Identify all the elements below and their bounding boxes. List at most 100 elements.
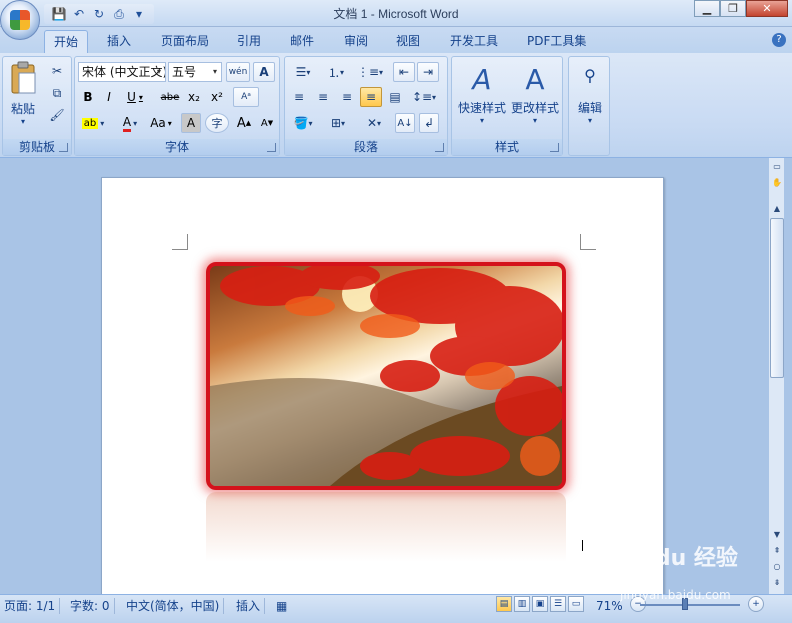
- word-count[interactable]: 字数: 0: [66, 598, 115, 614]
- chevron-down-icon[interactable]: ▾: [133, 119, 137, 128]
- scroll-thumb[interactable]: [770, 218, 784, 378]
- font-size-combo[interactable]: 五号 ▾: [168, 62, 222, 82]
- superscript-button[interactable]: x²: [207, 87, 227, 107]
- char-shading-button[interactable]: A: [181, 113, 201, 133]
- save-icon[interactable]: 💾: [50, 5, 68, 23]
- chevron-down-icon[interactable]: ▾: [377, 119, 381, 128]
- tab-developer[interactable]: 开发工具: [441, 30, 507, 53]
- zoom-slider[interactable]: [640, 604, 740, 606]
- char-border-button[interactable]: A: [253, 62, 275, 82]
- chevron-down-icon[interactable]: ▾: [432, 93, 436, 102]
- previous-page-icon[interactable]: ⇞: [770, 544, 784, 558]
- phonetic-guide-button[interactable]: wén: [226, 62, 250, 82]
- ruler-toggle-icon[interactable]: ▭: [770, 160, 784, 174]
- underline-button[interactable]: U ▾: [121, 87, 149, 107]
- shading-button[interactable]: 🪣 ▾: [288, 113, 318, 133]
- justify-button[interactable]: ≡: [360, 87, 382, 107]
- vertical-scrollbar[interactable]: ▭ ✋ ▲ ▼ ⇞ ○ ⇟: [768, 158, 784, 594]
- chevron-down-icon[interactable]: ▾: [571, 116, 609, 125]
- show-marks-button[interactable]: ↲: [419, 113, 439, 133]
- font-name-combo[interactable]: 宋体 (中文正文) ▾: [78, 62, 166, 82]
- sort-button[interactable]: A↓: [395, 113, 415, 133]
- line-spacing-button[interactable]: ↕≡ ▾: [409, 87, 439, 107]
- print-preview-icon[interactable]: ⎙: [110, 5, 128, 23]
- tab-references[interactable]: 引用: [228, 30, 270, 53]
- shrink-font-button[interactable]: A ▼: [256, 113, 278, 133]
- font-color-button[interactable]: A ▾: [115, 113, 145, 133]
- outline-view-icon[interactable]: ☰: [550, 596, 566, 612]
- numbering-button[interactable]: ⒈ ▾: [321, 62, 351, 82]
- align-left-button[interactable]: ≡: [288, 87, 310, 107]
- tab-mailings[interactable]: 邮件: [281, 30, 323, 53]
- chevron-down-icon[interactable]: ▾: [308, 119, 312, 128]
- full-screen-reading-icon[interactable]: ▥: [514, 596, 530, 612]
- browse-object-icon[interactable]: ○: [770, 560, 784, 574]
- align-center-button[interactable]: ≡: [312, 87, 334, 107]
- tab-page-layout[interactable]: 页面布局: [152, 30, 218, 53]
- help-icon[interactable]: ?: [772, 33, 786, 47]
- align-right-button[interactable]: ≡: [336, 87, 358, 107]
- enclose-chars-button[interactable]: 字: [205, 113, 229, 133]
- chevron-down-icon[interactable]: ▾: [139, 93, 143, 102]
- chevron-down-icon[interactable]: ▾: [100, 119, 104, 128]
- italic-button[interactable]: I: [99, 87, 119, 107]
- office-button[interactable]: [0, 0, 40, 40]
- tab-insert[interactable]: 插入: [98, 30, 140, 53]
- paste-dropdown-icon[interactable]: ▾: [6, 117, 40, 126]
- bullets-button[interactable]: ☰ ▾: [288, 62, 318, 82]
- chevron-down-icon[interactable]: ▾: [379, 68, 383, 77]
- document-page[interactable]: [101, 177, 664, 597]
- chinese-layout-button[interactable]: ✕ ▾: [359, 113, 389, 133]
- next-page-icon[interactable]: ⇟: [770, 576, 784, 590]
- strikethrough-button[interactable]: abe: [159, 87, 181, 107]
- undo-icon[interactable]: ↶: [70, 5, 88, 23]
- decrease-indent-button[interactable]: ⇤: [393, 62, 415, 82]
- borders-button[interactable]: ⊞ ▾: [323, 113, 353, 133]
- macro-record-icon[interactable]: ▦: [272, 598, 291, 614]
- tab-pdf-tools[interactable]: PDF工具集: [518, 30, 595, 53]
- minimize-button[interactable]: ▁: [694, 0, 720, 17]
- chevron-down-icon[interactable]: ▾: [154, 64, 164, 80]
- scroll-up-icon[interactable]: ▲: [770, 202, 784, 216]
- chevron-down-icon[interactable]: ▾: [508, 116, 562, 125]
- chevron-down-icon[interactable]: ▾: [210, 64, 220, 80]
- chevron-down-icon[interactable]: ▾: [340, 68, 344, 77]
- chevron-down-icon[interactable]: ▾: [456, 116, 508, 125]
- paste-button[interactable]: 粘贴 ▾: [6, 61, 40, 135]
- language-indicator[interactable]: 中文(简体，中国): [122, 598, 225, 614]
- distributed-button[interactable]: ▤: [384, 87, 406, 107]
- customize-qat-icon[interactable]: ▾: [130, 5, 148, 23]
- hand-icon[interactable]: ✋: [770, 176, 784, 190]
- insert-mode[interactable]: 插入: [232, 598, 266, 614]
- clipboard-launcher-icon[interactable]: [59, 143, 68, 152]
- grow-font-button[interactable]: A ▲: [233, 113, 255, 133]
- paragraph-launcher-icon[interactable]: [435, 143, 444, 152]
- redo-icon[interactable]: ↻: [90, 5, 108, 23]
- quick-styles-button[interactable]: A 快速样式 ▾: [456, 61, 508, 133]
- multilevel-list-button[interactable]: ⋮≡ ▾: [355, 62, 385, 82]
- cut-icon[interactable]: ✂: [47, 61, 67, 81]
- subscript-button[interactable]: x₂: [184, 87, 204, 107]
- bold-button[interactable]: B: [78, 87, 98, 107]
- increase-indent-button[interactable]: ⇥: [417, 62, 439, 82]
- styles-launcher-icon[interactable]: [550, 143, 559, 152]
- chevron-down-icon[interactable]: ▾: [168, 119, 172, 128]
- tab-home[interactable]: 开始: [44, 30, 89, 53]
- close-button[interactable]: ✕: [746, 0, 788, 17]
- print-layout-view-icon[interactable]: ▤: [496, 596, 512, 612]
- copy-icon[interactable]: ⧉: [47, 83, 67, 103]
- web-layout-icon[interactable]: ▣: [532, 596, 548, 612]
- format-painter-icon[interactable]: 🖌: [47, 105, 67, 125]
- autumn-lake-image[interactable]: [206, 262, 566, 490]
- tab-view[interactable]: 视图: [387, 30, 429, 53]
- tab-review[interactable]: 审阅: [335, 30, 377, 53]
- font-launcher-icon[interactable]: [267, 143, 276, 152]
- scroll-down-icon[interactable]: ▼: [770, 528, 784, 542]
- maximize-button[interactable]: ❐: [720, 0, 746, 17]
- change-styles-button[interactable]: A 更改样式 ▾: [508, 61, 562, 133]
- clear-formatting-button[interactable]: Aᵃ: [233, 87, 259, 107]
- change-case-button[interactable]: Aa ▾: [147, 113, 175, 133]
- draft-view-icon[interactable]: ▭: [568, 596, 584, 612]
- chevron-down-icon[interactable]: ▾: [306, 68, 310, 77]
- zoom-in-icon[interactable]: +: [748, 596, 764, 612]
